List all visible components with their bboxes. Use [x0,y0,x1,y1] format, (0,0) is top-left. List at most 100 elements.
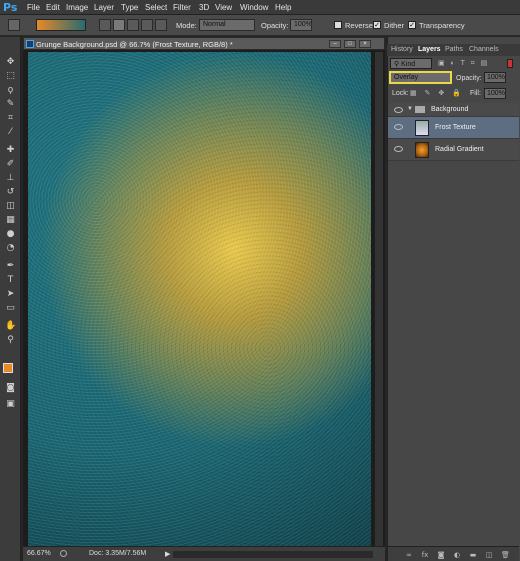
visibility-eye-icon[interactable] [394,146,403,152]
tab-paths[interactable]: Paths [445,46,463,53]
minimize-icon[interactable]: – [329,40,341,48]
close-icon[interactable]: × [359,40,371,48]
ps-document-icon [26,40,34,48]
opacity-input[interactable]: 100% [290,19,312,31]
reverse-label: Reverse [345,21,373,30]
menu-edit[interactable]: Edit [46,3,60,12]
blur-tool-icon[interactable]: ● [5,229,16,240]
menu-window[interactable]: Window [240,3,268,12]
document-tab[interactable]: Grunge Background.psd @ 66.7% (Frost Tex… [23,37,385,50]
tab-channels[interactable]: Channels [469,46,499,53]
eraser-tool-icon[interactable]: ◫ [5,201,16,212]
add-mask-icon[interactable]: ◙ [437,551,445,559]
zoom-level[interactable]: 66.67% [27,550,51,557]
tab-history[interactable]: History [391,46,413,53]
layer-name: Radial Gradient [435,146,484,153]
eyedropper-tool-icon[interactable]: ⁄ [5,127,16,138]
gradient-preview[interactable] [36,19,86,31]
menu-image[interactable]: Image [66,3,88,12]
menu-bar: Ps File Edit Image Layer Type Select Fil… [0,0,520,15]
filter-icons[interactable]: ▣ ◐ T ⌗ ▤ [438,59,489,68]
pen-tool-icon[interactable]: ✒ [5,261,16,272]
folder-icon [415,106,425,113]
menu-select[interactable]: Select [145,3,167,12]
vertical-scrollbar[interactable] [375,52,383,546]
blend-mode-select[interactable]: Overlay [389,71,452,84]
layer-opacity-input[interactable]: 100% [484,72,506,83]
new-layer-icon[interactable]: ◫ [485,551,493,559]
layer-name: Background [431,106,469,113]
tool-preset-picker[interactable] [8,19,20,31]
linear-gradient-button[interactable] [99,19,111,31]
crop-tool-icon[interactable]: ⌗ [5,113,16,124]
chevron-down-icon[interactable]: ▼ [407,106,413,112]
menu-filter[interactable]: Filter [173,3,191,12]
status-menu-arrow-icon[interactable]: ▶ [165,550,170,558]
layer-thumbnail [415,120,429,136]
lasso-tool-icon[interactable]: ϙ [5,85,16,96]
diamond-gradient-button[interactable] [155,19,167,31]
document-title: Grunge Background.psd @ 66.7% (Frost Tex… [36,40,233,49]
transparency-label: Transparency [419,21,465,30]
type-tool-icon[interactable]: T [5,275,16,286]
add-style-icon[interactable]: fx [421,551,429,559]
quick-selection-tool-icon[interactable]: ✎ [5,99,16,110]
history-brush-tool-icon[interactable]: ↺ [5,187,16,198]
visibility-eye-icon[interactable] [394,107,403,113]
foreground-color-swatch[interactable] [3,363,13,373]
tab-layers[interactable]: Layers [418,46,441,53]
options-bar: Mode: Normal Opacity: 100% Reverse ✓ Dit… [0,15,520,36]
screen-mode-icon[interactable]: ▣ [5,399,16,410]
dither-checkbox[interactable]: ✓ [373,21,381,29]
menu-type[interactable]: Type [121,3,138,12]
maximize-icon[interactable]: □ [344,40,356,48]
horizontal-scrollbar[interactable] [173,551,373,558]
panel-tabs: History Layers Paths Channels [387,44,520,56]
clone-stamp-tool-icon[interactable]: ⊥ [5,173,16,184]
opacity-label: Opacity: [261,21,289,30]
mode-select[interactable]: Normal [199,19,255,31]
shape-tool-icon[interactable]: ▭ [5,303,16,314]
visibility-eye-icon[interactable] [394,124,403,130]
layer-thumbnail [415,142,429,158]
quick-mask-icon[interactable]: ◙ [5,383,16,394]
lock-icons[interactable]: ▦ ✎ ✥ 🔒 [410,89,464,97]
move-tool-icon[interactable]: ✥ [5,57,16,68]
menu-3d[interactable]: 3D [199,3,209,12]
dither-label: Dither [384,21,405,30]
dodge-tool-icon[interactable]: ◔ [5,243,16,254]
menu-view[interactable]: View [215,3,232,12]
reflected-gradient-button[interactable] [141,19,153,31]
menu-layer[interactable]: Layer [94,3,114,12]
gradient-tool-icon[interactable]: ▦ [5,215,16,226]
new-group-icon[interactable]: ▬ [469,551,477,559]
angle-gradient-button[interactable] [127,19,139,31]
layer-row-selected[interactable]: Frost Texture [388,117,519,139]
healing-brush-tool-icon[interactable]: ✚ [5,145,16,156]
delete-layer-icon[interactable]: 🗑 [501,551,510,559]
search-icon: ⚲ [394,61,400,68]
filter-toggle-icon[interactable] [507,59,513,68]
transparency-checkbox[interactable]: ✓ [408,21,416,29]
layers-panel-footer: ∞ fx ◙ ◐ ▬ ◫ 🗑 [388,546,519,561]
status-bar: 66.67% Doc: 3.35M/7.56M ▶ [23,546,385,561]
adjustment-layer-icon[interactable]: ◐ [453,551,461,559]
layer-row[interactable]: Radial Gradient [388,139,519,161]
fill-input[interactable]: 100% [484,88,506,99]
zoom-tool-icon[interactable]: ⚲ [5,335,16,346]
path-selection-tool-icon[interactable]: ➤ [5,289,16,300]
status-info-icon[interactable] [60,550,67,557]
fill-label: Fill: [470,90,481,97]
app-logo[interactable]: Ps [3,1,17,14]
mode-label: Mode: [176,21,197,30]
layer-group-row[interactable]: ▼ Background [388,103,519,117]
kind-filter-select[interactable]: ⚲ Kind [390,58,432,69]
radial-gradient-button[interactable] [113,19,125,31]
brush-tool-icon[interactable]: ✐ [5,159,16,170]
menu-file[interactable]: File [27,3,40,12]
link-layers-icon[interactable]: ∞ [405,551,413,559]
menu-help[interactable]: Help [275,3,291,12]
reverse-checkbox[interactable] [334,21,342,29]
marquee-tool-icon[interactable]: ⬚ [5,71,16,82]
hand-tool-icon[interactable]: ✋ [5,321,16,332]
